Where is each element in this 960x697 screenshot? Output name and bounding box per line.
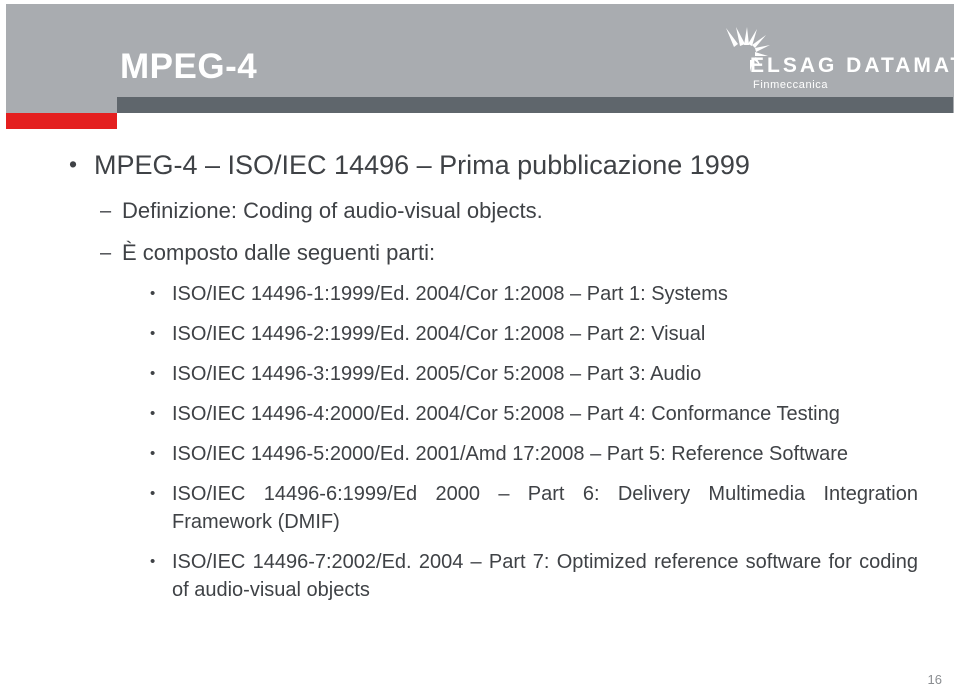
bullet-marker-level3: • [150, 485, 156, 502]
page-title: MPEG-4 [120, 47, 258, 86]
bullet-level1-heading: • MPEG-4 – ISO/IEC 14496 – Prima pubblic… [0, 148, 960, 182]
list-item: • ISO/IEC 14496-2:1999/Ed. 2004/Cor 1:20… [0, 320, 960, 348]
header-red-accent-block [6, 113, 117, 129]
slide-content: • MPEG-4 – ISO/IEC 14496 – Prima pubblic… [0, 132, 960, 662]
list-item: • ISO/IEC 14496-6:1999/Ed 2000 – Part 6:… [0, 480, 960, 536]
bullet-marker-level3: • [150, 365, 156, 382]
page-number: 16 [927, 672, 942, 687]
list-item: • ISO/IEC 14496-1:1999/Ed. 2004/Cor 1:20… [0, 280, 960, 308]
logo-subtitle: Finmeccanica [753, 79, 829, 91]
bullet-level2-composto: – È composto dalle seguenti parti: [0, 238, 960, 268]
bullet-marker-level3: • [150, 445, 156, 462]
part-item-text: ISO/IEC 14496-2:1999/Ed. 2004/Cor 1:2008… [172, 323, 706, 345]
bullet-level1-text: MPEG-4 – ISO/IEC 14496 – Prima pubblicaz… [94, 150, 750, 180]
part-item-text: ISO/IEC 14496-1:1999/Ed. 2004/Cor 1:2008… [172, 283, 728, 305]
list-item: • ISO/IEC 14496-7:2002/Ed. 2004 – Part 7… [0, 548, 960, 604]
slide-header: MPEG-4 ELSAG DATAMAT Finmeccanica [0, 0, 960, 132]
header-dark-bar [117, 97, 953, 113]
part-item-text: ISO/IEC 14496-7:2002/Ed. 2004 – Part 7: … [172, 551, 918, 601]
bullet-level2-definizione: – Definizione: Coding of audio-visual ob… [0, 196, 960, 226]
bullet-marker-level3: • [150, 325, 156, 342]
bullet-marker-level1: • [69, 151, 78, 177]
company-logo: ELSAG DATAMAT Finmeccanica [722, 26, 960, 98]
bullet-marker-level2: – [100, 200, 112, 222]
list-item: • ISO/IEC 14496-3:1999/Ed. 2005/Cor 5:20… [0, 360, 960, 388]
part-item-text: ISO/IEC 14496-6:1999/Ed 2000 – Part 6: D… [172, 483, 918, 533]
list-item: • ISO/IEC 14496-4:2000/Ed. 2004/Cor 5:20… [0, 400, 960, 428]
logo-wordmark: ELSAG DATAMAT [750, 54, 960, 77]
part-item-text: ISO/IEC 14496-5:2000/Ed. 2001/Amd 17:200… [172, 443, 848, 465]
bullet-level2-text: Definizione: Coding of audio-visual obje… [122, 198, 543, 223]
bullet-marker-level3: • [150, 285, 156, 302]
bullet-marker-level3: • [150, 553, 156, 570]
part-item-text: ISO/IEC 14496-4:2000/Ed. 2004/Cor 5:2008… [172, 403, 840, 425]
bullet-marker-level2: – [100, 242, 112, 264]
bullet-level2-text: È composto dalle seguenti parti: [122, 240, 436, 265]
bullet-marker-level3: • [150, 405, 156, 422]
list-item: • ISO/IEC 14496-5:2000/Ed. 2001/Amd 17:2… [0, 440, 960, 468]
part-item-text: ISO/IEC 14496-3:1999/Ed. 2005/Cor 5:2008… [172, 363, 702, 385]
